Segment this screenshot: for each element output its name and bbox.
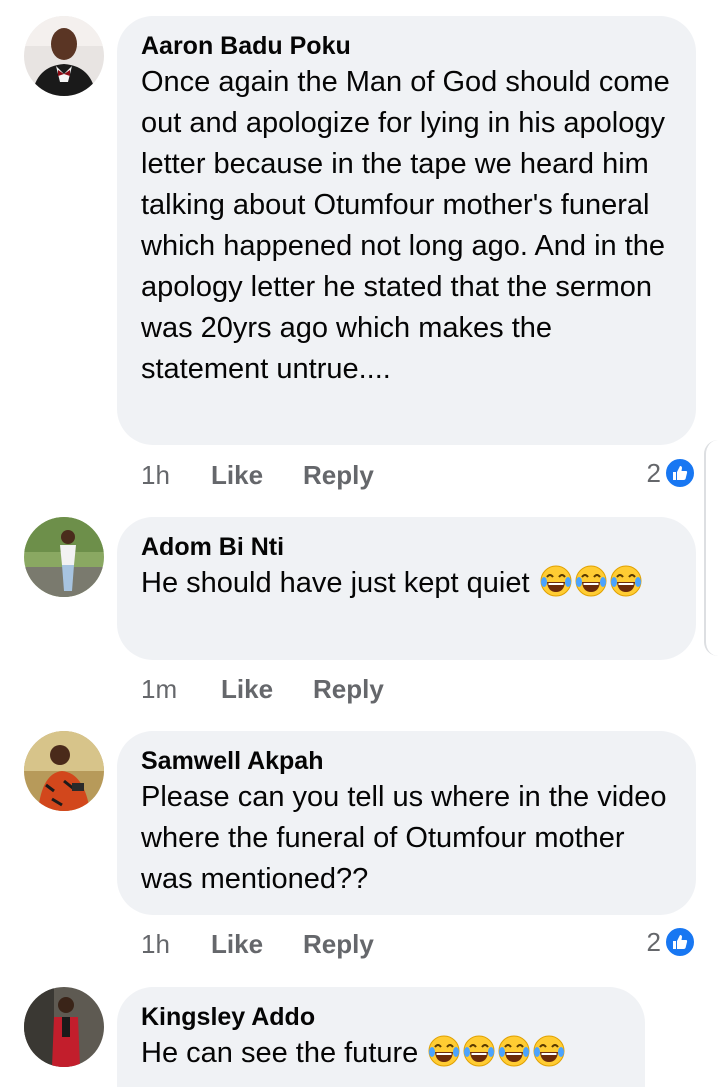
tears-of-joy-emoji [427, 1034, 461, 1068]
reply-button[interactable]: Reply [303, 460, 374, 491]
tears-of-joy-emoji [574, 564, 608, 598]
reaction-summary[interactable]: 2 [647, 924, 696, 960]
comment-author[interactable]: Aaron Badu Poku [141, 30, 672, 62]
like-button[interactable]: Like [221, 674, 273, 705]
tears-of-joy-emoji [497, 1034, 531, 1068]
tears-of-joy-emoji [532, 1034, 566, 1068]
tears-of-joy-emoji [609, 564, 643, 598]
like-button[interactable]: Like [211, 929, 263, 960]
avatar[interactable] [24, 731, 104, 811]
comment-bubble: Kingsley Addo He can see the future [117, 987, 645, 1087]
comment-author[interactable]: Kingsley Addo [141, 1001, 621, 1033]
tears-of-joy-emoji [462, 1034, 496, 1068]
comment-actions: 1h Like Reply [141, 926, 374, 962]
comment-text-content: He should have just kept quiet [141, 567, 530, 599]
comment-text-content: He can see the future [141, 1037, 419, 1069]
comment-time[interactable]: 1h [141, 460, 211, 491]
reaction-summary[interactable]: 2 [647, 455, 696, 491]
scroll-edge[interactable] [704, 440, 720, 656]
comment-author[interactable]: Samwell Akpah [141, 745, 672, 777]
comment-text: Please can you tell us where in the vide… [141, 781, 667, 895]
reply-button[interactable]: Reply [303, 929, 374, 960]
tears-of-joy-emoji [539, 564, 573, 598]
reaction-count: 2 [646, 926, 661, 957]
comment-text: He should have just kept quiet [141, 563, 672, 604]
thumbs-up-icon [664, 926, 696, 958]
comment-actions: 1h Like Reply [141, 457, 374, 493]
comment-bubble: Samwell Akpah Please can you tell us whe… [117, 731, 696, 915]
tears-of-joy-emoji [538, 564, 643, 599]
comment-bubble: Adom Bi Nti He should have just kept qui… [117, 517, 696, 660]
comment-bubble: Aaron Badu Poku Once again the Man of Go… [117, 16, 696, 445]
comment-actions: 1m Like Reply [141, 671, 384, 707]
comment-author[interactable]: Adom Bi Nti [141, 531, 672, 563]
like-button[interactable]: Like [211, 460, 263, 491]
comment-time[interactable]: 1h [141, 929, 211, 960]
reaction-count: 2 [646, 457, 661, 488]
comment-text: Once again the Man of God should come ou… [141, 66, 670, 385]
comment-text: He can see the future [141, 1033, 621, 1074]
comment-time[interactable]: 1m [141, 674, 221, 705]
tears-of-joy-emoji [426, 1034, 566, 1069]
avatar[interactable] [24, 517, 104, 597]
avatar[interactable] [24, 987, 104, 1067]
reply-button[interactable]: Reply [313, 674, 384, 705]
thumbs-up-icon [664, 457, 696, 489]
avatar[interactable] [24, 16, 104, 96]
